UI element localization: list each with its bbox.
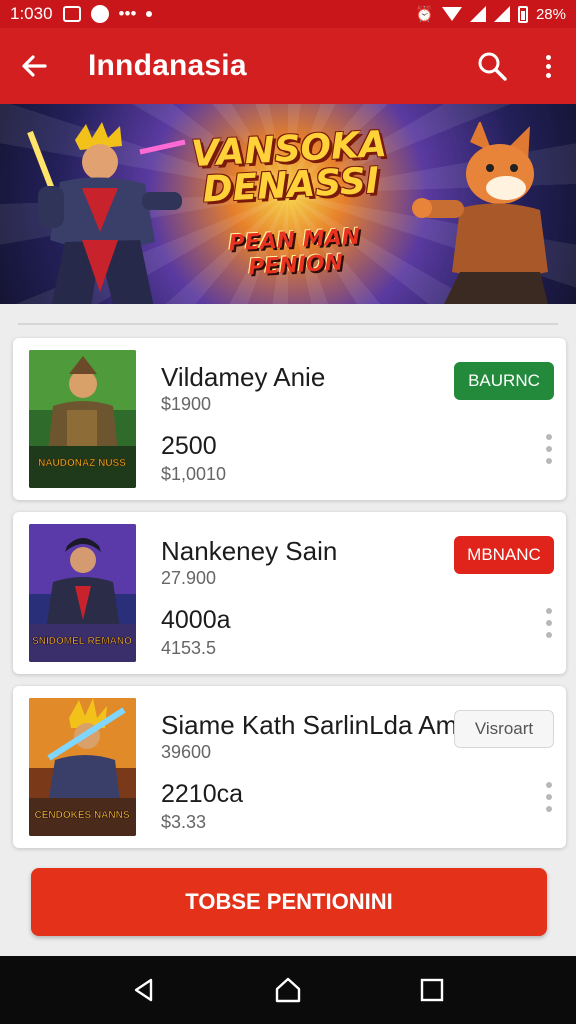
overflow-menu-button[interactable] — [520, 28, 576, 104]
game-thumbnail: CENDOKES NANNS — [29, 698, 136, 836]
item-more-icon[interactable] — [546, 434, 552, 464]
warrior-hero-illustration — [27, 122, 186, 304]
nav-back-icon — [134, 978, 153, 1002]
item-name: Vildamey Anie — [161, 362, 326, 392]
signal-icon-2 — [493, 6, 510, 22]
game-thumbnail: SNIDOMEL REMANO — [29, 524, 136, 662]
search-icon — [478, 52, 507, 81]
app-bar: Inndanasia — [0, 28, 576, 104]
item-name: Nankeney Sain — [161, 536, 338, 566]
nav-recents-button[interactable] — [402, 960, 462, 1020]
more-notifications-icon: ••• — [118, 4, 137, 23]
item-price: 4000a — [161, 606, 231, 634]
back-button[interactable] — [0, 28, 68, 104]
thumbnail-art-text: NAUDONAZ NUSS — [38, 458, 126, 469]
alarm-icon: ⏰ — [415, 6, 434, 23]
notification-icon — [62, 6, 81, 22]
page-title: Inndanasia — [88, 49, 247, 82]
system-nav-bar — [0, 956, 576, 1024]
signal-icon — [469, 6, 486, 22]
nav-recents-icon — [420, 978, 444, 1002]
divider — [18, 323, 558, 325]
item-name: Siame Kath SarlinLda Am — [161, 710, 458, 740]
primary-action-button[interactable]: TOBSE PENTIONINI — [31, 868, 547, 936]
chat-notification-icon — [90, 5, 109, 23]
item-subtext: $1900 — [161, 394, 212, 414]
item-price: 2500 — [161, 432, 217, 460]
item-subtext: 27.900 — [161, 568, 217, 588]
item-subtext-2: 4153.5 — [161, 638, 217, 658]
thumbnail-art-text: SNIDOMEL REMANO — [32, 636, 132, 647]
battery-percent: 28% — [535, 5, 566, 23]
item-more-icon[interactable] — [546, 782, 552, 812]
banner-title: VANSOKA DENASSI — [190, 123, 388, 211]
battery-icon — [517, 5, 528, 23]
nav-home-icon — [275, 977, 301, 1003]
status-button[interactable]: BAURNC — [454, 362, 554, 400]
item-subtext-2: $3.33 — [161, 812, 207, 832]
back-arrow-icon — [22, 55, 47, 77]
status-button[interactable]: MBNANC — [454, 536, 554, 574]
list-item[interactable]: SNIDOMEL REMANO Nankeney Sain 27.900 400… — [13, 512, 566, 674]
nav-back-button[interactable] — [114, 960, 174, 1020]
item-subtext: 39600 — [161, 742, 212, 762]
status-bar: 1:030 ••• ⏰ 28% — [0, 0, 576, 28]
nav-home-button[interactable] — [258, 960, 318, 1020]
list-item[interactable]: NAUDONAZ NUSS Vildamey Anie $1900 2500 $… — [13, 338, 566, 500]
wifi-icon — [441, 7, 462, 21]
thumbnail-art-text: CENDOKES NANNS — [34, 810, 129, 821]
item-price: 2210ca — [161, 780, 244, 808]
promo-banner[interactable]: VANSOKA DENASSI PEAN MAN PENION — [0, 104, 576, 304]
item-subtext-2: $1,0010 — [161, 464, 227, 484]
item-more-icon[interactable] — [546, 608, 552, 638]
status-button[interactable]: Visroart — [454, 710, 554, 748]
status-time: 1:030 — [10, 4, 53, 23]
search-button[interactable] — [464, 28, 520, 104]
game-thumbnail: NAUDONAZ NUSS — [29, 350, 136, 488]
fox-character-illustration — [412, 122, 548, 304]
list-item[interactable]: CENDOKES NANNS Siame Kath SarlinLda Am 3… — [13, 686, 566, 848]
more-vert-icon — [545, 54, 551, 78]
dot-icon — [146, 11, 153, 17]
